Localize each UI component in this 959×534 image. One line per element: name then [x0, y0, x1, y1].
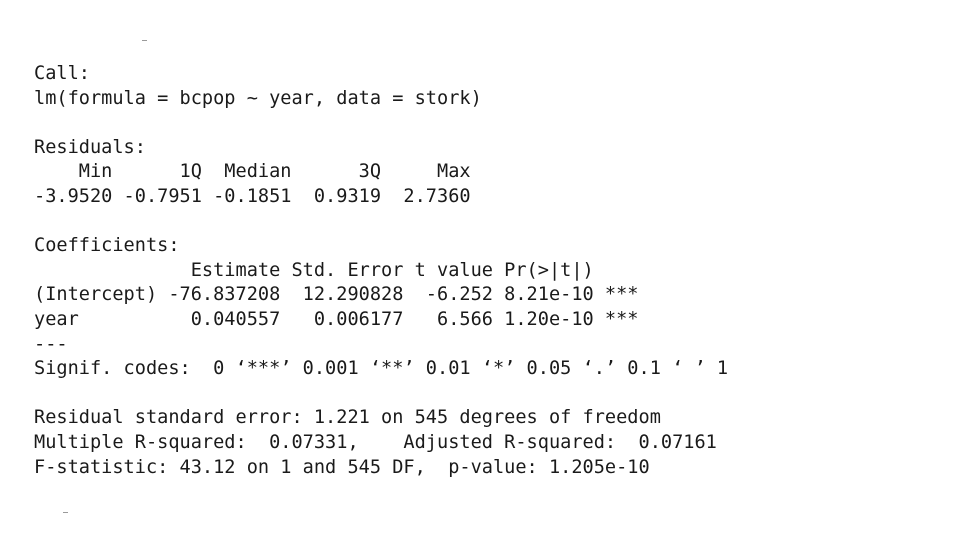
call-formula: lm(formula = bcpop ~ year, data = stork) — [34, 87, 482, 109]
call-label: Call: — [34, 63, 90, 84]
coefficients-year-row: year 0.040557 0.006177 6.566 1.20e-10 **… — [34, 308, 639, 330]
stray-mark-bottom — [63, 512, 68, 513]
coefficients-header: Estimate Std. Error t value Pr(>|t|) — [34, 259, 594, 281]
coefficients-intercept-row: (Intercept) -76.837208 12.290828 -6.252 … — [34, 284, 639, 306]
residuals-values: -3.9520 -0.7951 -0.1851 0.9319 2.7360 — [34, 185, 471, 207]
residuals-header: Min 1Q Median 3Q Max — [34, 161, 471, 183]
r-console-output: Call: lm(formula = bcpop ~ year, data = … — [34, 62, 934, 480]
separator-line: --- — [34, 333, 68, 355]
signif-codes: Signif. codes: 0 ‘***’ 0.001 ‘**’ 0.01 ‘… — [34, 358, 729, 380]
r-squared-line: Multiple R-squared: 0.07331, Adjusted R-… — [34, 431, 717, 453]
stray-mark-top — [142, 40, 147, 41]
residual-standard-error: Residual standard error: 1.221 on 545 de… — [34, 407, 661, 429]
residuals-label: Residuals: — [34, 136, 146, 158]
f-statistic-line: F-statistic: 43.12 on 1 and 545 DF, p-va… — [34, 456, 650, 478]
coefficients-label: Coefficients: — [34, 235, 180, 257]
